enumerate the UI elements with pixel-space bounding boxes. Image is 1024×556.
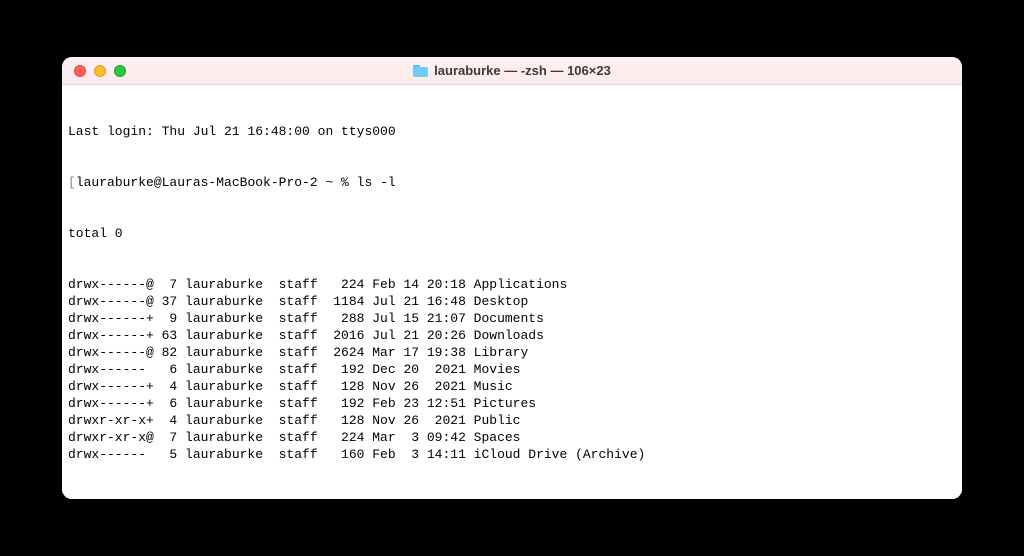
- prompt-prefix: lauraburke@Lauras-MacBook-Pro-2 ~ %: [76, 175, 357, 190]
- prompt-line-1: [lauraburke@Lauras-MacBook-Pro-2 ~ % ls …: [68, 174, 956, 191]
- command-1: ls -l: [357, 175, 396, 190]
- list-item: drwx------+ 9 lauraburke staff 288 Jul 1…: [68, 310, 956, 327]
- list-item: drwx------@ 82 lauraburke staff 2624 Mar…: [68, 344, 956, 361]
- titlebar[interactable]: lauraburke — -zsh — 106×23: [62, 57, 962, 85]
- minimize-icon[interactable]: [94, 65, 106, 77]
- total-line: total 0: [68, 225, 956, 242]
- list-item: drwx------@ 37 lauraburke staff 1184 Jul…: [68, 293, 956, 310]
- zoom-icon[interactable]: [114, 65, 126, 77]
- traffic-lights: [74, 65, 126, 77]
- last-login: Last login: Thu Jul 21 16:48:00 on ttys0…: [68, 123, 956, 140]
- terminal-body[interactable]: Last login: Thu Jul 21 16:48:00 on ttys0…: [62, 85, 962, 499]
- prompt-line-2: [lauraburke@Lauras-MacBook-Pro-2 ~ % /Us…: [68, 497, 956, 499]
- list-item: drwxr-xr-x+ 4 lauraburke staff 128 Nov 2…: [68, 412, 956, 429]
- command-2: /Users/lauraburke/Downloads/hansandjenn-…: [357, 498, 817, 499]
- list-item: drwx------+ 4 lauraburke staff 128 Nov 2…: [68, 378, 956, 395]
- list-item: drwxr-xr-x@ 7 lauraburke staff 224 Mar 3…: [68, 429, 956, 446]
- window-title: lauraburke — -zsh — 106×23: [62, 63, 962, 78]
- prompt-prefix: lauraburke@Lauras-MacBook-Pro-2 ~ %: [76, 498, 357, 499]
- folder-icon: [413, 65, 428, 77]
- list-item: drwx------+ 63 lauraburke staff 2016 Jul…: [68, 327, 956, 344]
- list-item: drwx------@ 7 lauraburke staff 224 Feb 1…: [68, 276, 956, 293]
- list-item: drwx------+ 6 lauraburke staff 192 Feb 2…: [68, 395, 956, 412]
- ls-listing: drwx------@ 7 lauraburke staff 224 Feb 1…: [68, 276, 956, 463]
- window-title-text: lauraburke — -zsh — 106×23: [434, 63, 611, 78]
- close-icon[interactable]: [74, 65, 86, 77]
- list-item: drwx------ 5 lauraburke staff 160 Feb 3 …: [68, 446, 956, 463]
- terminal-window: lauraburke — -zsh — 106×23 Last login: T…: [62, 57, 962, 499]
- list-item: drwx------ 6 lauraburke staff 192 Dec 20…: [68, 361, 956, 378]
